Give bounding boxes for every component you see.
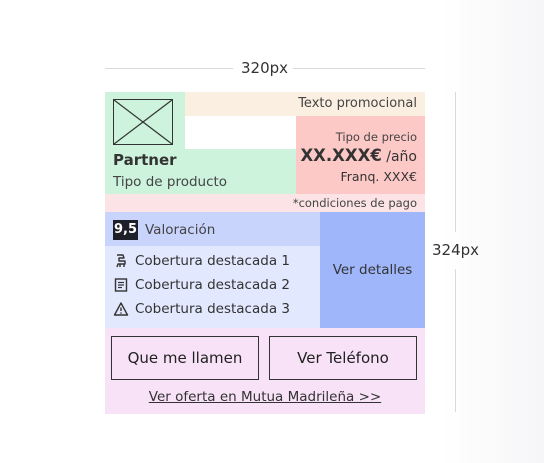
price-zone: Tipo de precio XX.XXX€ /año Franq. XXX€ [296,116,425,194]
car-seat-icon [113,253,129,269]
width-dimension-line-right [293,68,425,69]
product-type: Tipo de producto [113,174,228,190]
rating-label: Valoración [145,222,216,238]
image-placeholder-icon [113,99,173,145]
price-period: /año [381,149,417,165]
price-line: XX.XXX€ /año [296,146,417,165]
franchise-label: Franq. XXX€ [340,169,417,184]
price-type-label: Tipo de precio [335,130,417,144]
height-dimension-line-top [455,92,456,232]
height-dimension: 324px [432,92,502,412]
width-dimension: 320px [105,58,425,80]
payment-conditions: *condiciones de pago [105,194,425,212]
coverage-label: Cobertura destacada 2 [135,277,290,293]
rating-score-badge: 9,5 [113,220,138,240]
width-dimension-line-left [105,68,233,69]
height-dimension-line-bottom [455,269,456,412]
width-dimension-label: 320px [241,59,289,77]
view-offer-link[interactable]: Ver oferta en Mutua Madrileña >> [105,389,425,405]
height-dimension-label: 324px [432,241,480,259]
partner-logo-zone [105,92,185,149]
view-phone-button[interactable]: Ver Teléfono [269,336,417,380]
partner-name: Partner [113,151,177,169]
coverage-item: Cobertura destacada 1 [113,253,290,269]
price-amount: XX.XXX€ [300,146,382,165]
view-details-label: Ver detalles [332,262,413,278]
warning-icon [113,301,129,317]
coverage-item: Cobertura destacada 3 [113,301,290,317]
coverage-item: Cobertura destacada 2 [113,277,290,293]
insurance-offer-card: Texto promocional Partner Tipo de produc… [105,92,425,414]
coverage-label: Cobertura destacada 1 [135,253,290,269]
coverage-label: Cobertura destacada 3 [135,301,290,317]
document-icon [113,277,129,293]
call-me-button[interactable]: Que me llamen [111,336,259,380]
promo-text: Texto promocional [185,92,425,116]
view-details-button[interactable]: Ver detalles [320,212,425,328]
